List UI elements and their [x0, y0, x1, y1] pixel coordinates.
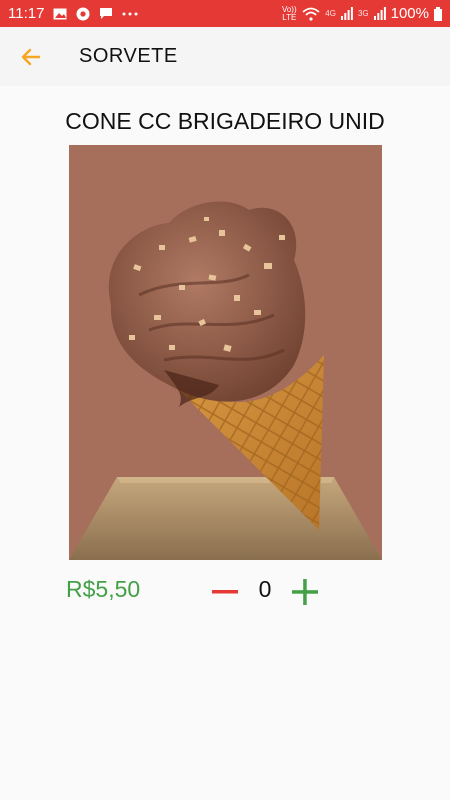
network-4g-label: 4G [325, 8, 336, 18]
decrease-quantity-button[interactable] [210, 577, 240, 607]
image-icon [53, 8, 67, 20]
product-name: CONE CC BRIGADEIRO UNID [65, 108, 385, 134]
volte-indicator: Vo)) LTE [281, 4, 297, 22]
product-image [69, 145, 382, 560]
signal-icon [340, 7, 353, 20]
message-icon [99, 7, 113, 20]
signal-icon [373, 7, 386, 20]
network-3g-label: 3G [357, 8, 369, 18]
battery-percent: 100% [390, 5, 429, 22]
back-button[interactable] [0, 27, 60, 86]
minus-icon [212, 590, 238, 594]
status-time: 11:17 [8, 5, 45, 22]
status-bar: 11:17 Vo)) LTE 4G 3G 100% [0, 0, 450, 27]
more-icon [122, 12, 138, 16]
wifi-icon [302, 7, 320, 21]
product-price: R$5,50 [66, 576, 141, 602]
battery-icon [434, 6, 442, 21]
plus-icon [292, 579, 318, 605]
chrome-icon [76, 7, 90, 21]
increase-quantity-button[interactable] [290, 577, 320, 607]
page-title: SORVETE [79, 45, 178, 67]
quantity-value: 0 [258, 576, 272, 602]
arrow-back-icon [21, 48, 40, 65]
app-bar: SORVETE [0, 27, 450, 86]
